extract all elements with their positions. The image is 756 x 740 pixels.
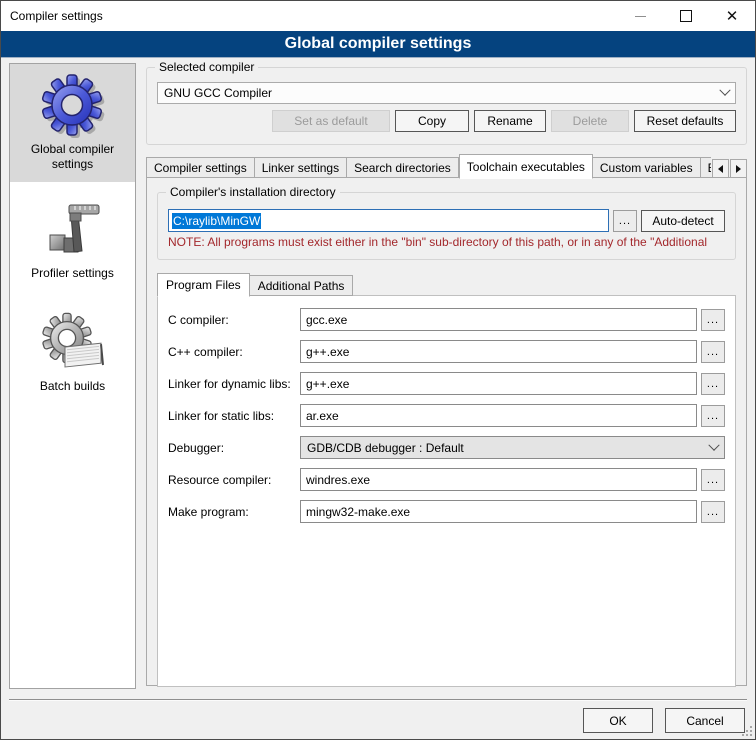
settings-sidebar: Global compiler settings P bbox=[9, 63, 136, 689]
delete-button: Delete bbox=[551, 110, 629, 132]
resource-compiler-input[interactable] bbox=[300, 468, 697, 491]
cpp-compiler-input[interactable] bbox=[300, 340, 697, 363]
c-compiler-input[interactable] bbox=[300, 308, 697, 331]
make-program-browse-button[interactable]: ... bbox=[701, 501, 725, 523]
close-button[interactable]: ✕ bbox=[709, 1, 755, 31]
resource-compiler-browse-button[interactable]: ... bbox=[701, 469, 725, 491]
footer-divider bbox=[9, 699, 747, 701]
sidebar-item-global-compiler-settings[interactable]: Global compiler settings bbox=[10, 64, 135, 182]
resource-compiler-label: Resource compiler: bbox=[168, 473, 296, 487]
c-compiler-browse-button[interactable]: ... bbox=[701, 309, 725, 331]
field-row-dynamic-linker: Linker for dynamic libs: ... bbox=[168, 372, 725, 395]
window-title: Compiler settings bbox=[1, 9, 103, 23]
debugger-label: Debugger: bbox=[168, 441, 296, 455]
field-row-cpp-compiler: C++ compiler: ... bbox=[168, 340, 725, 363]
static-linker-browse-button[interactable]: ... bbox=[701, 405, 725, 427]
dynamic-linker-label: Linker for dynamic libs: bbox=[168, 377, 296, 391]
sidebar-item-profiler-settings[interactable]: Profiler settings bbox=[10, 182, 135, 291]
footer-buttons: OK Cancel bbox=[583, 708, 745, 733]
static-linker-input[interactable] bbox=[300, 404, 697, 427]
tab-toolchain-executables[interactable]: Toolchain executables bbox=[459, 154, 593, 179]
batch-builds-icon bbox=[41, 311, 105, 375]
rename-button[interactable]: Rename bbox=[474, 110, 546, 132]
make-program-label: Make program: bbox=[168, 505, 296, 519]
maximize-icon bbox=[680, 10, 692, 22]
resize-grip[interactable] bbox=[740, 724, 753, 737]
selected-compiler-legend: Selected compiler bbox=[155, 60, 258, 74]
tab-scroll-left-button[interactable] bbox=[712, 159, 729, 178]
page-title: Global compiler settings bbox=[1, 31, 755, 58]
compiler-settings-dialog: Compiler settings ✕ Global compiler sett… bbox=[0, 0, 756, 740]
settings-tabstrip: Compiler settings Linker settings Search… bbox=[146, 153, 747, 178]
cpp-compiler-label: C++ compiler: bbox=[168, 345, 296, 359]
browse-directory-button[interactable]: ... bbox=[613, 210, 637, 232]
minimize-icon bbox=[635, 16, 646, 17]
static-linker-label: Linker for static libs: bbox=[168, 409, 296, 423]
field-row-resource-compiler: Resource compiler: ... bbox=[168, 468, 725, 491]
c-compiler-label: C compiler: bbox=[168, 313, 296, 327]
dynamic-linker-input[interactable] bbox=[300, 372, 697, 395]
reset-defaults-button[interactable]: Reset defaults bbox=[634, 110, 736, 132]
selected-compiler-group: Selected compiler GNU GCC Compiler Set a… bbox=[146, 67, 747, 145]
right-arrow-icon bbox=[736, 165, 741, 173]
subtab-additional-paths[interactable]: Additional Paths bbox=[250, 275, 354, 296]
blue-gear-icon bbox=[41, 74, 105, 138]
installation-directory-input[interactable]: C:\raylib\MinGW bbox=[168, 209, 609, 232]
program-files-tabstrip: Program Files Additional Paths bbox=[157, 272, 736, 296]
dynamic-linker-browse-button[interactable]: ... bbox=[701, 373, 725, 395]
chevron-down-icon bbox=[719, 85, 730, 96]
installation-directory-group: Compiler's installation directory C:\ray… bbox=[157, 192, 736, 260]
tab-compiler-settings[interactable]: Compiler settings bbox=[146, 157, 255, 178]
chevron-down-icon bbox=[708, 439, 719, 450]
tab-scroll-right-button[interactable] bbox=[730, 159, 747, 178]
ok-button[interactable]: OK bbox=[583, 708, 653, 733]
compiler-select-value: GNU GCC Compiler bbox=[164, 86, 721, 100]
tab-scroll-arrows bbox=[711, 159, 747, 178]
caption-buttons: ✕ bbox=[617, 1, 755, 31]
compiler-select[interactable]: GNU GCC Compiler bbox=[157, 82, 736, 104]
tab-build-options-clipped[interactable]: Builc bbox=[701, 157, 711, 178]
set-as-default-button: Set as default bbox=[272, 110, 390, 132]
field-row-c-compiler: C compiler: ... bbox=[168, 308, 725, 331]
installation-directory-value: C:\raylib\MinGW bbox=[172, 213, 261, 229]
maximize-button[interactable] bbox=[663, 1, 709, 31]
close-icon: ✕ bbox=[726, 9, 739, 24]
bin-subdirectory-note: NOTE: All programs must exist either in … bbox=[168, 235, 725, 249]
titlebar: Compiler settings ✕ bbox=[1, 1, 755, 31]
sidebar-item-label: Profiler settings bbox=[14, 266, 131, 281]
cancel-button[interactable]: Cancel bbox=[665, 708, 745, 733]
program-files-panel: C compiler: ... C++ compiler: ... Linker… bbox=[157, 295, 736, 687]
tab-linker-settings[interactable]: Linker settings bbox=[255, 157, 347, 178]
field-row-make-program: Make program: ... bbox=[168, 500, 725, 523]
make-program-input[interactable] bbox=[300, 500, 697, 523]
field-row-debugger: Debugger: GDB/CDB debugger : Default bbox=[168, 436, 725, 459]
copy-button[interactable]: Copy bbox=[395, 110, 469, 132]
auto-detect-button[interactable]: Auto-detect bbox=[641, 210, 725, 232]
compiler-buttons-row: Set as default Copy Rename Delete Reset … bbox=[147, 104, 746, 132]
minimize-button[interactable] bbox=[617, 1, 663, 31]
sidebar-item-batch-builds[interactable]: Batch builds bbox=[10, 291, 135, 404]
subtab-program-files[interactable]: Program Files bbox=[157, 273, 250, 297]
cpp-compiler-browse-button[interactable]: ... bbox=[701, 341, 725, 363]
installation-directory-legend: Compiler's installation directory bbox=[166, 185, 340, 199]
tab-search-directories[interactable]: Search directories bbox=[347, 157, 459, 178]
sidebar-item-label: Global compiler settings bbox=[14, 142, 131, 172]
installation-directory-row: C:\raylib\MinGW ... Auto-detect bbox=[168, 209, 725, 232]
debugger-select[interactable]: GDB/CDB debugger : Default bbox=[300, 436, 725, 459]
left-arrow-icon bbox=[718, 165, 723, 173]
debugger-select-value: GDB/CDB debugger : Default bbox=[307, 441, 710, 455]
caliper-icon bbox=[41, 198, 105, 262]
field-row-static-linker: Linker for static libs: ... bbox=[168, 404, 725, 427]
sidebar-item-label: Batch builds bbox=[14, 379, 131, 394]
tab-custom-variables[interactable]: Custom variables bbox=[593, 157, 701, 178]
toolchain-executables-panel: Compiler's installation directory C:\ray… bbox=[146, 177, 747, 686]
main-panel: Selected compiler GNU GCC Compiler Set a… bbox=[146, 63, 747, 686]
